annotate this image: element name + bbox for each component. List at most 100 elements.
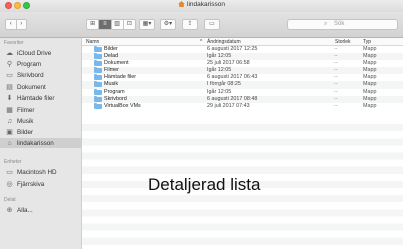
sidebar-item-dokument[interactable]: ▤ Dokument (0, 82, 81, 92)
music-icon: ♫ (6, 117, 13, 125)
table-row[interactable]: Program Igår 12:05 -- Mapp (82, 88, 403, 96)
gallery-view-button[interactable]: ⊡ (122, 20, 135, 29)
pictures-icon: ▣ (6, 129, 13, 136)
table-row[interactable]: Dokument 25 juli 2017 06:58 -- Mapp (82, 60, 403, 67)
file-size: -- (334, 88, 338, 95)
column-view-button[interactable]: ▥ (110, 20, 123, 29)
film-icon: ▦ (6, 107, 13, 114)
sidebar-item-icloud-drive[interactable]: ☁ iCloud Drive (0, 48, 81, 58)
sidebar-item-skrivbord[interactable]: ▭ Skrivbord (0, 70, 81, 80)
file-size: -- (334, 53, 338, 60)
folder-icon (94, 81, 102, 88)
sidebar-item-label: Bilder (17, 128, 34, 136)
folder-icon (94, 53, 102, 60)
table-row[interactable]: Hämtade filer 6 augusti 2017 06:43 -- Mapp (82, 74, 403, 81)
table-row[interactable]: Musik I förrgår 08:25 -- Mapp (82, 81, 403, 89)
sidebar-item-macintosh-hd[interactable]: ▭ Macintosh HD (0, 167, 81, 177)
tag-button[interactable]: ▭ (204, 19, 220, 30)
file-list: Namn ^ Ändringsdatum Storlek Typ Bilder 6… (82, 38, 403, 249)
sidebar-item-label: Skrivbord (17, 71, 44, 79)
file-type: Mapp (363, 67, 377, 74)
file-size: -- (334, 102, 338, 109)
file-name: Delad (104, 53, 119, 60)
document-icon: ▤ (6, 84, 13, 91)
file-name: Filmer (104, 67, 119, 74)
sidebar-item-musik[interactable]: ♫ Musik (0, 116, 81, 126)
file-date: 29 juli 2017 07:43 (207, 102, 250, 109)
sidebar-item-label: Filmer (17, 106, 35, 114)
sidebar-item-label: iCloud Drive (17, 49, 52, 57)
sidebar-item-alla[interactable]: ⊕ Alla... (0, 205, 81, 215)
column-header-name[interactable]: Namn (86, 39, 99, 45)
file-size: -- (334, 46, 338, 52)
file-name: Program (104, 88, 125, 95)
file-type: Mapp (363, 88, 377, 95)
overlay-caption: Detaljerad lista (148, 175, 261, 194)
home-icon (178, 1, 185, 7)
table-row[interactable]: Skrivbord 6 augusti 2017 08:48 -- Mapp (82, 95, 403, 103)
back-button[interactable]: ‹ (6, 20, 16, 29)
file-name: VirtualBox VMs (104, 102, 141, 109)
file-date: 6 augusti 2017 12:25 (207, 46, 258, 52)
remote-disc-icon: ◎ (6, 181, 13, 188)
file-date: Igår 12:05 (207, 88, 232, 95)
file-size: -- (334, 60, 338, 67)
file-date: 6 augusti 2017 08:48 (207, 95, 258, 102)
favorites-heading: Favoriter (4, 40, 24, 46)
search-icon: ⌕ (324, 21, 328, 27)
sidebar-item-label: Fjärrskiva (17, 180, 45, 188)
download-icon: ⬇ (6, 95, 13, 102)
file-type: Mapp (363, 46, 377, 52)
table-row[interactable]: VirtualBox VMs 29 juli 2017 07:43 -- Mapp (82, 102, 403, 110)
column-header-date[interactable]: Ändringsdatum (207, 39, 241, 45)
file-name: Dokument (104, 60, 129, 67)
file-type: Mapp (363, 95, 377, 102)
sidebar-item-label: lindakarisson (17, 139, 54, 147)
file-date: Igår 12:05 (207, 53, 232, 60)
search-field[interactable]: ⌕ Sök (287, 19, 398, 30)
icon-view-button[interactable]: ⊞ (87, 20, 98, 29)
file-date: Igår 12:05 (207, 67, 232, 74)
table-row[interactable]: Filmer Igår 12:05 -- Mapp (82, 67, 403, 75)
sidebar-item-label: Program (17, 60, 42, 68)
file-size: -- (334, 81, 338, 88)
view-mode-selector: ⊞ ≡ ▥ ⊡ (86, 19, 136, 30)
list-view-button[interactable]: ≡ (98, 20, 111, 29)
sort-indicator: ^ (200, 39, 203, 45)
cloud-icon: ☁ (6, 50, 13, 57)
folder-icon (94, 102, 102, 109)
folder-icon (94, 46, 102, 52)
shared-heading: Delat (4, 197, 16, 203)
file-size: -- (334, 74, 338, 81)
sidebar-item-filmer[interactable]: ▦ Filmer (0, 105, 81, 115)
sidebar-item-bilder[interactable]: ▣ Bilder (0, 127, 81, 137)
window-title-text: lindakarisson (187, 1, 225, 8)
sidebar-item-lindakarisson[interactable]: ⌂ lindakarisson (0, 138, 81, 148)
folder-icon (94, 88, 102, 95)
file-type: Mapp (363, 81, 377, 88)
sidebar-item-label: Musik (17, 117, 34, 125)
sidebar-item-label: Dokument (17, 83, 46, 91)
sidebar-item-hamtade-filer[interactable]: ⬇ Hämtade filer (0, 93, 81, 103)
file-name: Musik (104, 81, 119, 88)
toolbar: ‹ › ⊞ ≡ ▥ ⊡ ▦▾ ⚙▾ ⇪ ▭ ⌕ Sök (0, 12, 403, 38)
sidebar-item-program[interactable]: ⚲ Program (0, 59, 81, 69)
share-button[interactable]: ⇪ (182, 19, 198, 30)
column-header-type[interactable]: Typ (363, 39, 371, 45)
column-headers: Namn ^ Ändringsdatum Storlek Typ (82, 38, 403, 46)
forward-button[interactable]: › (15, 20, 27, 29)
table-row[interactable]: Bilder 6 augusti 2017 12:25 -- Mapp (82, 46, 403, 53)
folder-icon (94, 74, 102, 81)
home-icon: ⌂ (7, 139, 12, 147)
file-type: Mapp (363, 53, 377, 60)
search-placeholder: Sök (334, 21, 345, 27)
table-row[interactable]: Delad Igår 12:05 -- Mapp (82, 53, 403, 61)
file-type: Mapp (363, 102, 377, 109)
column-header-size[interactable]: Storlek (335, 39, 351, 45)
desktop-icon: ▭ (6, 72, 13, 79)
action-gear-button[interactable]: ⚙▾ (160, 19, 176, 30)
devices-heading: Enheter (4, 159, 22, 165)
finder-window: lindakarisson ‹ › ⊞ ≡ ▥ ⊡ ▦▾ ⚙▾ ⇪ ▭ ⌕ Sö… (0, 0, 403, 249)
sidebar-item-fjarrskiva[interactable]: ◎ Fjärrskiva (0, 179, 81, 189)
arrange-button[interactable]: ▦▾ (139, 19, 155, 30)
